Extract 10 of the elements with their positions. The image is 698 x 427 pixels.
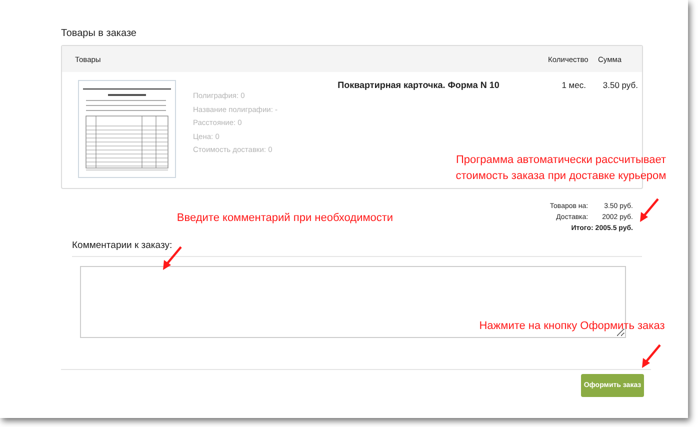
annotation-text: Программа автоматически рассчитывает стоимость заказа при доставке курьером xyxy=(454,153,668,184)
annotation-text: Нажмите на кнопку Оформить заказ xyxy=(478,319,666,334)
arrow-icon xyxy=(640,343,662,369)
quantity: 1 мес. xyxy=(560,80,587,90)
section-title: Товары в заказе xyxy=(61,28,138,39)
product-name: Поквартирная карточка. Форма N 10 xyxy=(336,80,500,90)
comments-label: Комментарии к заказу: xyxy=(72,240,642,257)
annotation-text: Введите комментарий при необходимости xyxy=(176,211,394,226)
arrow-icon xyxy=(638,197,660,223)
sum: 3.50 руб. xyxy=(602,80,638,90)
